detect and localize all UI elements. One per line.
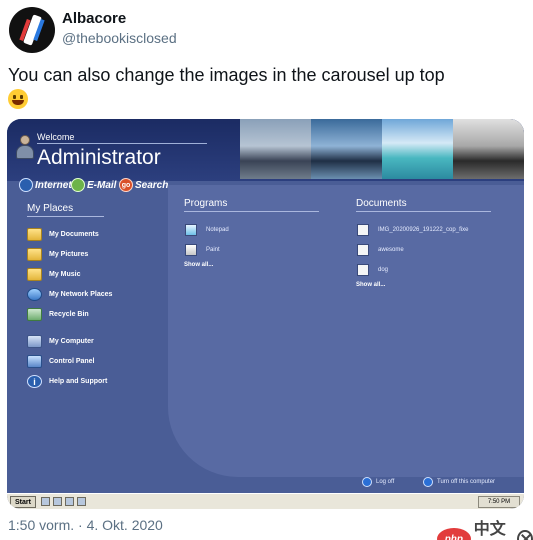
watermark-text: 中文网 [473, 521, 506, 538]
place-label: My Computer [49, 337, 94, 345]
document-item[interactable]: dog [357, 263, 388, 277]
document-icon [357, 224, 369, 236]
tweet-timestamp[interactable]: 1:50 vorm. · 4. Okt. 2020 [8, 517, 163, 533]
computer-icon [27, 334, 42, 348]
quick-link-search[interactable]: go Search [119, 177, 168, 193]
welcome-label: Welcome [37, 132, 75, 142]
watermark-badge: php [437, 528, 471, 540]
place-label: My Documents [49, 230, 99, 238]
grinning-emoji-icon [8, 89, 28, 110]
taskbar-clock: 7:50 PM [478, 496, 520, 508]
quick-launch [41, 497, 86, 506]
carousel-image [240, 119, 311, 179]
watermark: php 中文网 [437, 515, 533, 540]
divider [27, 216, 104, 217]
carousel-image [453, 119, 524, 179]
user-picture-icon [15, 135, 35, 161]
program-label: Paint [206, 247, 220, 253]
divider [37, 143, 207, 144]
place-recycle-bin[interactable]: Recycle Bin [27, 306, 89, 322]
program-notepad[interactable]: Notepad [185, 223, 229, 237]
log-off-icon [362, 477, 372, 487]
carousel-image [382, 119, 453, 179]
log-off-button[interactable]: Log off [362, 476, 394, 488]
close-icon [517, 530, 533, 540]
search-icon: go [119, 178, 133, 192]
username: Administrator [37, 146, 161, 169]
avatar[interactable] [9, 7, 55, 53]
divider [356, 211, 491, 212]
taskbar: Start 7:50 PM [7, 493, 524, 509]
control-panel-icon [27, 354, 42, 368]
place-my-computer[interactable]: My Computer [27, 333, 94, 349]
start-button[interactable]: Start [10, 496, 36, 508]
documents-title: Documents [356, 198, 407, 209]
quick-launch-icon[interactable] [41, 497, 50, 506]
turn-off-button[interactable]: Turn off this computer [423, 476, 495, 488]
program-paint[interactable]: Paint [185, 243, 220, 257]
attached-screenshot[interactable]: Welcome Administrator Internet E-Mail go… [7, 119, 524, 509]
carousel-image [311, 119, 382, 179]
quick-launch-icon[interactable] [53, 497, 62, 506]
folder-icon [27, 267, 42, 281]
place-label: My Music [49, 270, 81, 278]
document-label: IMG_20200926_191222_cop_fixe [378, 227, 469, 233]
my-places-title: My Places [27, 203, 74, 214]
quick-launch-icon[interactable] [77, 497, 86, 506]
quick-link-internet[interactable]: Internet [19, 177, 72, 193]
document-item[interactable]: IMG_20200926_191222_cop_fixe [357, 223, 468, 237]
place-label: Control Panel [49, 357, 95, 365]
user-handle[interactable]: @thebookisclosed [62, 30, 177, 46]
tweet-body: You can also change the images in the ca… [8, 65, 445, 85]
place-my-music[interactable]: My Music [27, 266, 81, 282]
power-icon [423, 477, 433, 487]
folder-icon [27, 227, 42, 241]
place-help-and-support[interactable]: i Help and Support [27, 373, 107, 389]
tweet-text: You can also change the images in the ca… [8, 64, 523, 110]
mail-icon [71, 178, 85, 192]
place-label: Recycle Bin [49, 310, 89, 318]
place-label: My Network Places [49, 290, 113, 298]
notepad-icon [185, 224, 197, 236]
place-my-pictures[interactable]: My Pictures [27, 246, 88, 262]
document-icon [357, 244, 369, 256]
document-label: awesome [378, 247, 404, 253]
globe-icon [19, 178, 33, 192]
turn-off-label: Turn off this computer [437, 479, 496, 485]
network-icon [27, 287, 42, 301]
documents-show-all[interactable]: Show all... [356, 282, 385, 288]
place-my-documents[interactable]: My Documents [27, 226, 99, 242]
quick-link-label: E-Mail [87, 179, 117, 191]
recycle-bin-icon [27, 307, 42, 321]
log-off-label: Log off [376, 479, 395, 485]
place-control-panel[interactable]: Control Panel [27, 353, 95, 369]
help-icon: i [27, 374, 42, 388]
quick-link-label: Search [135, 179, 169, 191]
place-label: Help and Support [49, 377, 108, 385]
place-my-network-places[interactable]: My Network Places [27, 286, 112, 302]
image-carousel [240, 119, 524, 179]
quick-link-email[interactable]: E-Mail [71, 177, 116, 193]
program-label: Notepad [206, 227, 229, 233]
folder-icon [27, 247, 42, 261]
quick-link-label: Internet [35, 179, 72, 191]
place-label: My Pictures [49, 250, 89, 258]
paint-icon [185, 244, 197, 256]
document-icon [357, 264, 369, 276]
quick-launch-icon[interactable] [65, 497, 74, 506]
divider [184, 211, 319, 212]
display-name[interactable]: Albacore [62, 10, 126, 27]
programs-title: Programs [184, 198, 228, 209]
document-item[interactable]: awesome [357, 243, 404, 257]
document-label: dog [378, 267, 389, 273]
programs-show-all[interactable]: Show all... [184, 262, 213, 268]
